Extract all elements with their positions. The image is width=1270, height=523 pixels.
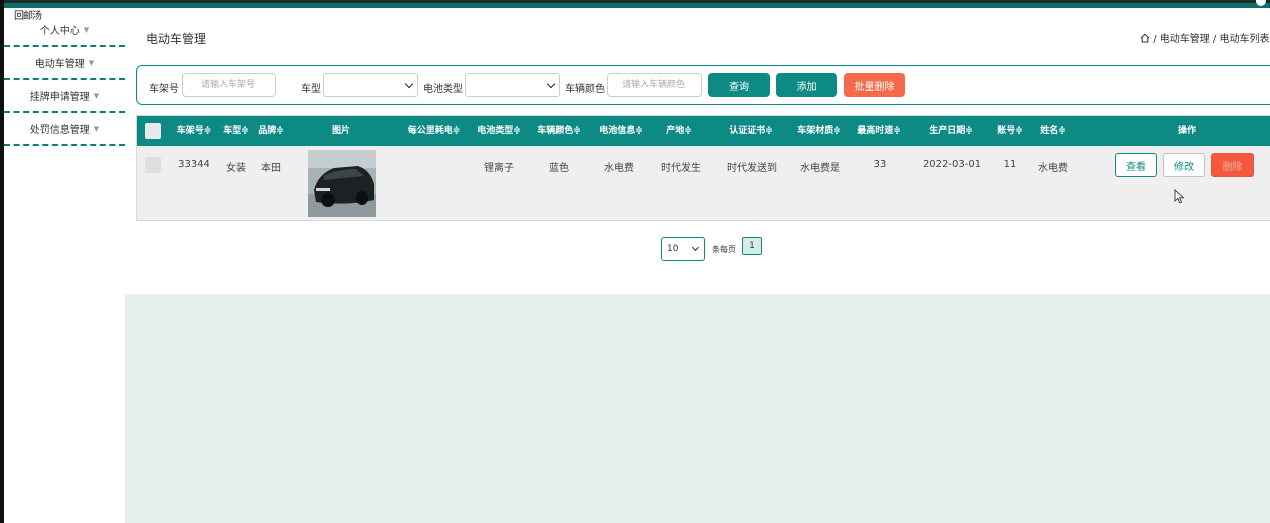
cell-max-speed: 33: [873, 159, 887, 170]
col-vehicle-color[interactable]: 车辆颜色≑: [533, 116, 585, 146]
home-icon[interactable]: [1140, 33, 1150, 43]
cell-frame-no: 33344: [178, 159, 210, 170]
chevron-down-icon: [404, 79, 414, 89]
cell-frame-material: 水电费是: [800, 163, 840, 174]
caret-down-icon: ▼: [83, 25, 90, 34]
col-frame-material[interactable]: 车架材质≑: [793, 116, 845, 146]
cell-production-date: 2022-03-01: [922, 159, 982, 170]
cell-model: 女装: [226, 163, 246, 174]
col-origin[interactable]: 产地≑: [659, 116, 699, 146]
sidebar-item-penalty-info[interactable]: 处罚信息管理 ▼: [4, 113, 125, 146]
caret-down-icon: ▼: [93, 124, 100, 133]
cell-brand: 本田: [261, 163, 281, 174]
sidebar-item-label: 个人中心: [39, 26, 80, 37]
vehicle-image: [308, 150, 376, 217]
model-select[interactable]: [323, 73, 418, 97]
cell-account: 11: [1003, 159, 1017, 170]
mouse-cursor-icon: [1174, 189, 1185, 204]
color-label: 车辆颜色: [565, 84, 605, 95]
cell-battery-type: 锂离子: [484, 163, 514, 174]
chevron-down-icon: [546, 79, 556, 89]
battery-type-label: 电池类型: [423, 84, 463, 95]
sidebar-item-label: 处罚信息管理: [29, 125, 90, 136]
frame-no-input[interactable]: 请输入车架号: [182, 73, 276, 97]
sidebar-item-ebike-management[interactable]: 电动车管理 ▼: [4, 47, 125, 80]
cell-battery-info: 水电费: [604, 163, 634, 174]
car-photo-icon: [308, 150, 376, 217]
col-frame-no[interactable]: 车架号≑: [173, 116, 215, 146]
per-page-label: 条每页: [712, 245, 736, 254]
cell-vehicle-color: 蓝色: [549, 163, 569, 174]
batch-delete-button[interactable]: 批量删除: [844, 73, 905, 97]
sidebar-item-personal-center[interactable]: 个人中心 ▼: [4, 14, 125, 47]
sidebar-item-plate-application[interactable]: 挂牌申请管理 ▼: [4, 80, 125, 113]
cell-certificate: 时代发送到: [727, 163, 777, 174]
chevron-down-icon: [691, 243, 700, 252]
data-table: 车架号≑ 车型≑ 品牌≑ 图片 每公里耗电≑ 电池类型≑ 车辆颜色≑ 电池信息≑…: [136, 115, 1270, 221]
query-button[interactable]: 查询: [708, 73, 770, 97]
caret-down-icon: ▼: [93, 91, 100, 100]
col-battery-info[interactable]: 电池信息≑: [595, 116, 647, 146]
edit-button[interactable]: 修改: [1163, 153, 1205, 177]
col-model[interactable]: 车型≑: [221, 116, 251, 146]
col-image: 图片: [331, 126, 350, 136]
page-number-button[interactable]: 1: [742, 237, 762, 255]
col-power-per-km[interactable]: 每公里耗电≑: [399, 116, 469, 146]
col-certificate[interactable]: 认证证书≑: [721, 116, 781, 146]
page-title: 电动车管理: [146, 32, 207, 46]
cell-origin: 时代发生: [661, 163, 701, 174]
col-battery-type[interactable]: 电池类型≑: [473, 116, 525, 146]
sidebar: 个人中心 ▼ 电动车管理 ▼ 挂牌申请管理 ▼ 处罚信息管理 ▼: [4, 14, 125, 146]
app-window: 回邮汤 个人中心 ▼ 电动车管理 ▼ 挂牌申请管理 ▼ 处罚信息管理 ▼ 电动车管理 /…: [0, 0, 1270, 523]
page-size-select[interactable]: 10: [661, 237, 705, 261]
col-name[interactable]: 姓名≑: [1037, 116, 1069, 146]
delete-button[interactable]: 删除: [1211, 153, 1254, 177]
cell-name: 水电费: [1038, 163, 1068, 174]
breadcrumb: / 电动车管理 / 电动车列表: [1140, 30, 1270, 45]
top-bar-edge: [0, 0, 1270, 3]
col-actions: 操作: [1177, 126, 1196, 136]
frame-no-label: 车架号: [149, 84, 179, 95]
col-brand[interactable]: 品牌≑: [255, 116, 287, 146]
sidebar-item-label: 电动车管理: [34, 59, 85, 70]
model-label: 车型: [301, 84, 321, 95]
battery-type-select[interactable]: [465, 73, 560, 97]
caret-down-icon: ▼: [88, 58, 95, 67]
color-input[interactable]: 请输入车辆颜色: [607, 73, 702, 97]
sidebar-item-label: 挂牌申请管理: [29, 92, 90, 103]
col-account[interactable]: 账号≑: [995, 116, 1025, 146]
table-header: 车架号≑ 车型≑ 品牌≑ 图片 每公里耗电≑ 电池类型≑ 车辆颜色≑ 电池信息≑…: [137, 116, 1270, 146]
content-background: [125, 294, 1270, 523]
row-checkbox[interactable]: [145, 157, 161, 173]
select-all-checkbox[interactable]: [145, 123, 161, 139]
search-panel: 车架号 请输入车架号 车型 电池类型 车辆颜色 请输入车辆颜色 查询 添加 批量…: [136, 65, 1270, 105]
breadcrumb-path: / 电动车管理 / 电动车列表: [1153, 34, 1270, 45]
col-production-date[interactable]: 生产日期≑: [923, 116, 979, 146]
col-max-speed[interactable]: 最高时速≑: [853, 116, 905, 146]
view-button[interactable]: 查看: [1115, 153, 1157, 177]
page-size-value: 10: [667, 244, 679, 254]
add-button[interactable]: 添加: [776, 73, 837, 97]
